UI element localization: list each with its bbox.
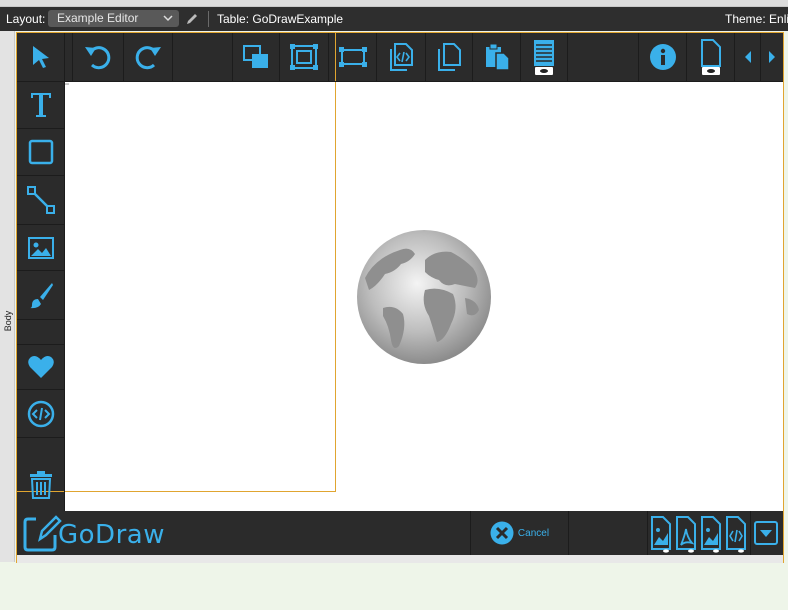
scroll-left-button[interactable] bbox=[737, 33, 759, 81]
pointer-tool-button[interactable] bbox=[17, 33, 64, 81]
window-top-strip bbox=[0, 0, 788, 7]
chevron-left-icon bbox=[745, 51, 751, 63]
scroll-right-button[interactable] bbox=[761, 33, 783, 81]
group-icon bbox=[290, 44, 318, 70]
layout-select-value: Example Editor bbox=[57, 11, 139, 25]
pointer-icon bbox=[32, 46, 49, 68]
line-icon bbox=[26, 186, 55, 214]
line-tool-button[interactable] bbox=[17, 176, 64, 224]
info-button[interactable] bbox=[639, 33, 686, 81]
image-icon bbox=[27, 236, 54, 259]
redo-button[interactable] bbox=[124, 33, 172, 81]
redo-icon bbox=[135, 46, 161, 70]
brush-icon bbox=[29, 283, 53, 309]
export-code-button[interactable] bbox=[724, 513, 748, 555]
undo-icon bbox=[85, 46, 111, 70]
body-part-strip: Body bbox=[0, 31, 15, 562]
heart-icon bbox=[27, 356, 54, 378]
globe-image[interactable] bbox=[355, 228, 493, 366]
close-circle-icon bbox=[490, 521, 514, 545]
export-pdf-button[interactable] bbox=[674, 513, 698, 555]
godraw-logo-icon bbox=[23, 515, 62, 552]
layout-select[interactable]: Example Editor bbox=[48, 10, 179, 27]
delete-button[interactable] bbox=[17, 462, 64, 508]
duplicate-button[interactable] bbox=[426, 33, 472, 81]
export-code-icon bbox=[726, 516, 746, 553]
undo-button[interactable] bbox=[73, 33, 123, 81]
chevron-down-icon bbox=[163, 15, 173, 22]
info-icon bbox=[649, 44, 676, 70]
source-icon bbox=[390, 43, 413, 71]
cancel-button[interactable]: Cancel bbox=[470, 511, 569, 555]
export-image-icon bbox=[651, 516, 671, 553]
code-icon bbox=[27, 400, 54, 427]
pencil-icon[interactable] bbox=[184, 11, 200, 27]
bring-to-front-button[interactable] bbox=[233, 33, 279, 81]
page-preview-icon bbox=[700, 39, 721, 75]
ungroup-icon bbox=[338, 47, 367, 67]
bring-to-front-icon bbox=[243, 45, 268, 68]
trash-icon bbox=[29, 471, 52, 499]
more-options-button[interactable] bbox=[752, 511, 780, 555]
source-button[interactable] bbox=[377, 33, 425, 81]
cancel-label: Cancel bbox=[517, 527, 550, 539]
export-image-alt-icon bbox=[701, 516, 721, 553]
dropdown-icon bbox=[754, 521, 778, 545]
brush-tool-button[interactable] bbox=[17, 271, 64, 319]
export-image-alt-button[interactable] bbox=[699, 513, 723, 555]
list-preview-button[interactable] bbox=[521, 33, 567, 81]
frame-bottom-band bbox=[16, 555, 784, 563]
body-part-label: Body bbox=[3, 310, 13, 332]
image-tool-button[interactable] bbox=[17, 225, 64, 270]
paste-icon bbox=[485, 43, 510, 71]
canvas-marker: ”” bbox=[65, 84, 69, 90]
export-image-button[interactable] bbox=[649, 513, 673, 555]
godraw-logo-text: GoDraw bbox=[58, 520, 165, 550]
favorites-button[interactable] bbox=[17, 345, 64, 389]
group-button[interactable] bbox=[280, 33, 328, 81]
rectangle-icon bbox=[28, 139, 53, 165]
layout-bar: Layout: Example Editor Table: GoDrawExam… bbox=[0, 7, 788, 31]
text-tool-button[interactable] bbox=[17, 82, 64, 128]
rectangle-tool-button[interactable] bbox=[17, 129, 64, 175]
chevron-right-icon bbox=[769, 51, 775, 63]
table-label: Table: GoDrawExample bbox=[217, 12, 344, 26]
ungroup-button[interactable] bbox=[329, 33, 376, 81]
bar-divider bbox=[208, 11, 209, 27]
code-button[interactable] bbox=[17, 390, 64, 437]
layout-label: Layout: bbox=[6, 12, 46, 26]
theme-label: Theme: Enlig bbox=[725, 12, 788, 26]
text-icon bbox=[30, 93, 51, 117]
paste-button[interactable] bbox=[473, 33, 520, 81]
list-preview-icon bbox=[534, 40, 554, 75]
page-preview-button[interactable] bbox=[687, 33, 734, 81]
export-pdf-icon bbox=[676, 516, 696, 553]
duplicate-icon bbox=[438, 43, 461, 71]
